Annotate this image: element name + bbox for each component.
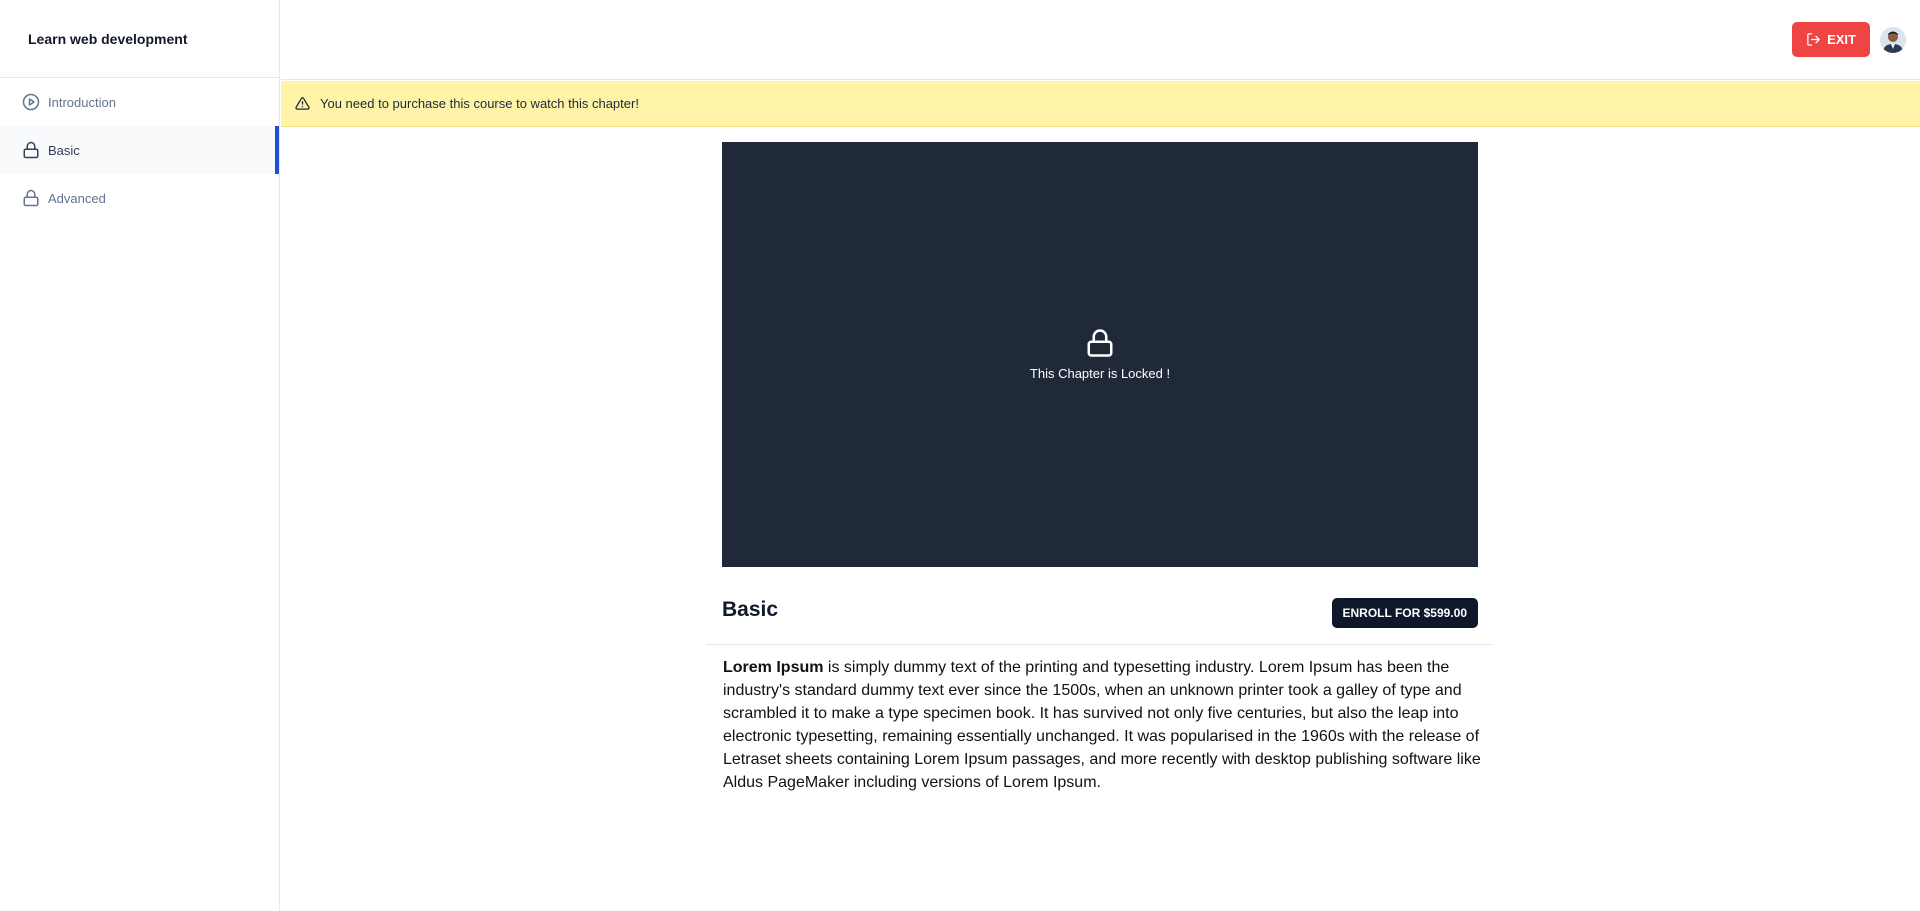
sidebar-item-label: Introduction	[48, 94, 116, 110]
sidebar-item-label: Basic	[48, 142, 80, 158]
description-text: is simply dummy text of the printing and…	[723, 659, 1481, 791]
locked-message: This Chapter is Locked !	[1029, 366, 1171, 381]
exit-button[interactable]: EXIT	[1792, 22, 1870, 57]
sidebar-header: Learn web development	[0, 0, 279, 78]
course-title: Learn web development	[28, 30, 188, 47]
video-player-locked: This Chapter is Locked !	[722, 142, 1478, 567]
description-bold: Lorem Ipsum	[723, 659, 824, 676]
chapter-list: Introduction Basic Advanced	[0, 78, 279, 222]
chapter-description: Lorem Ipsum is simply dummy text of the …	[723, 656, 1483, 794]
sidebar: Learn web development Introduction Basic…	[0, 0, 280, 911]
purchase-warning-banner: You need to purchase this course to watc…	[281, 81, 1920, 127]
enroll-button[interactable]: ENROLL FOR $599.00	[1331, 598, 1478, 628]
logout-icon	[1806, 32, 1821, 47]
sidebar-item-introduction[interactable]: Introduction	[0, 78, 279, 126]
sidebar-item-label: Advanced	[48, 190, 106, 206]
exit-button-label: EXIT	[1827, 32, 1856, 47]
chapter-title: Basic	[722, 598, 779, 621]
alert-triangle-icon	[295, 96, 310, 111]
chapter-header: Basic ENROLL FOR $599.00	[722, 590, 1478, 630]
topbar: EXIT	[281, 0, 1920, 80]
play-circle-icon	[22, 93, 40, 111]
lock-icon	[22, 189, 40, 207]
avatar[interactable]	[1880, 27, 1906, 53]
lock-icon	[22, 141, 40, 159]
sidebar-item-advanced[interactable]: Advanced	[0, 174, 279, 222]
banner-text: You need to purchase this course to watc…	[320, 96, 639, 111]
divider	[706, 644, 1492, 645]
lock-icon	[1085, 328, 1115, 358]
sidebar-item-basic[interactable]: Basic	[0, 126, 279, 174]
